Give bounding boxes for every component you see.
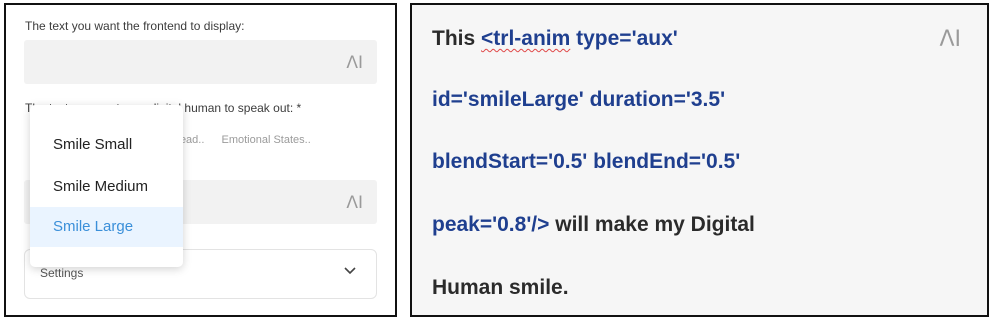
text-line: blendStart='0.5' blendEnd='0.5' — [432, 150, 740, 174]
left-panel: The text you want the frontend to displa… — [4, 3, 397, 317]
settings-label: Settings — [40, 266, 84, 280]
ai-icon[interactable]: ΛI — [346, 193, 363, 213]
menu-item-smile-medium[interactable]: Smile Medium — [30, 167, 183, 207]
frontend-text-input[interactable]: ΛI — [24, 40, 377, 84]
ai-icon[interactable]: ΛI — [346, 53, 363, 73]
code-tag: <trl-anim — [481, 27, 571, 50]
code-attr: peak='0.8'/> — [432, 213, 550, 236]
code-attr: blendStart='0.5' blendEnd='0.5' — [432, 150, 741, 173]
plain-text: This — [432, 27, 482, 50]
menu-item-smile-small[interactable]: Smile Small — [30, 125, 183, 165]
tab-emotional-states[interactable]: Emotional States.. — [221, 134, 310, 146]
text-line: Human smile. — [432, 276, 569, 300]
ai-icon[interactable]: ΛI — [939, 27, 961, 52]
menu-item-smile-large[interactable]: Smile Large — [30, 207, 183, 247]
plain-text: Human smile. — [432, 276, 569, 299]
code-attr: type='aux' — [570, 27, 678, 50]
frontend-text-label: The text you want the frontend to displa… — [25, 19, 245, 33]
animation-tabs: Head.. Emotional States.. — [172, 134, 325, 146]
smile-dropdown-menu: Smile Small Smile Medium Smile Large — [30, 105, 183, 267]
text-line: This <trl-anim type='aux' — [432, 27, 678, 51]
code-attr: id='smileLarge' duration='3.5' — [432, 88, 726, 111]
text-line: peak='0.8'/> will make my Digital — [432, 213, 755, 237]
text-line: id='smileLarge' duration='3.5' — [432, 88, 725, 112]
chevron-down-icon — [344, 267, 356, 275]
plain-text: will make my Digital — [549, 213, 755, 236]
right-panel: ΛI This <trl-anim type='aux' id='smileLa… — [410, 3, 989, 317]
